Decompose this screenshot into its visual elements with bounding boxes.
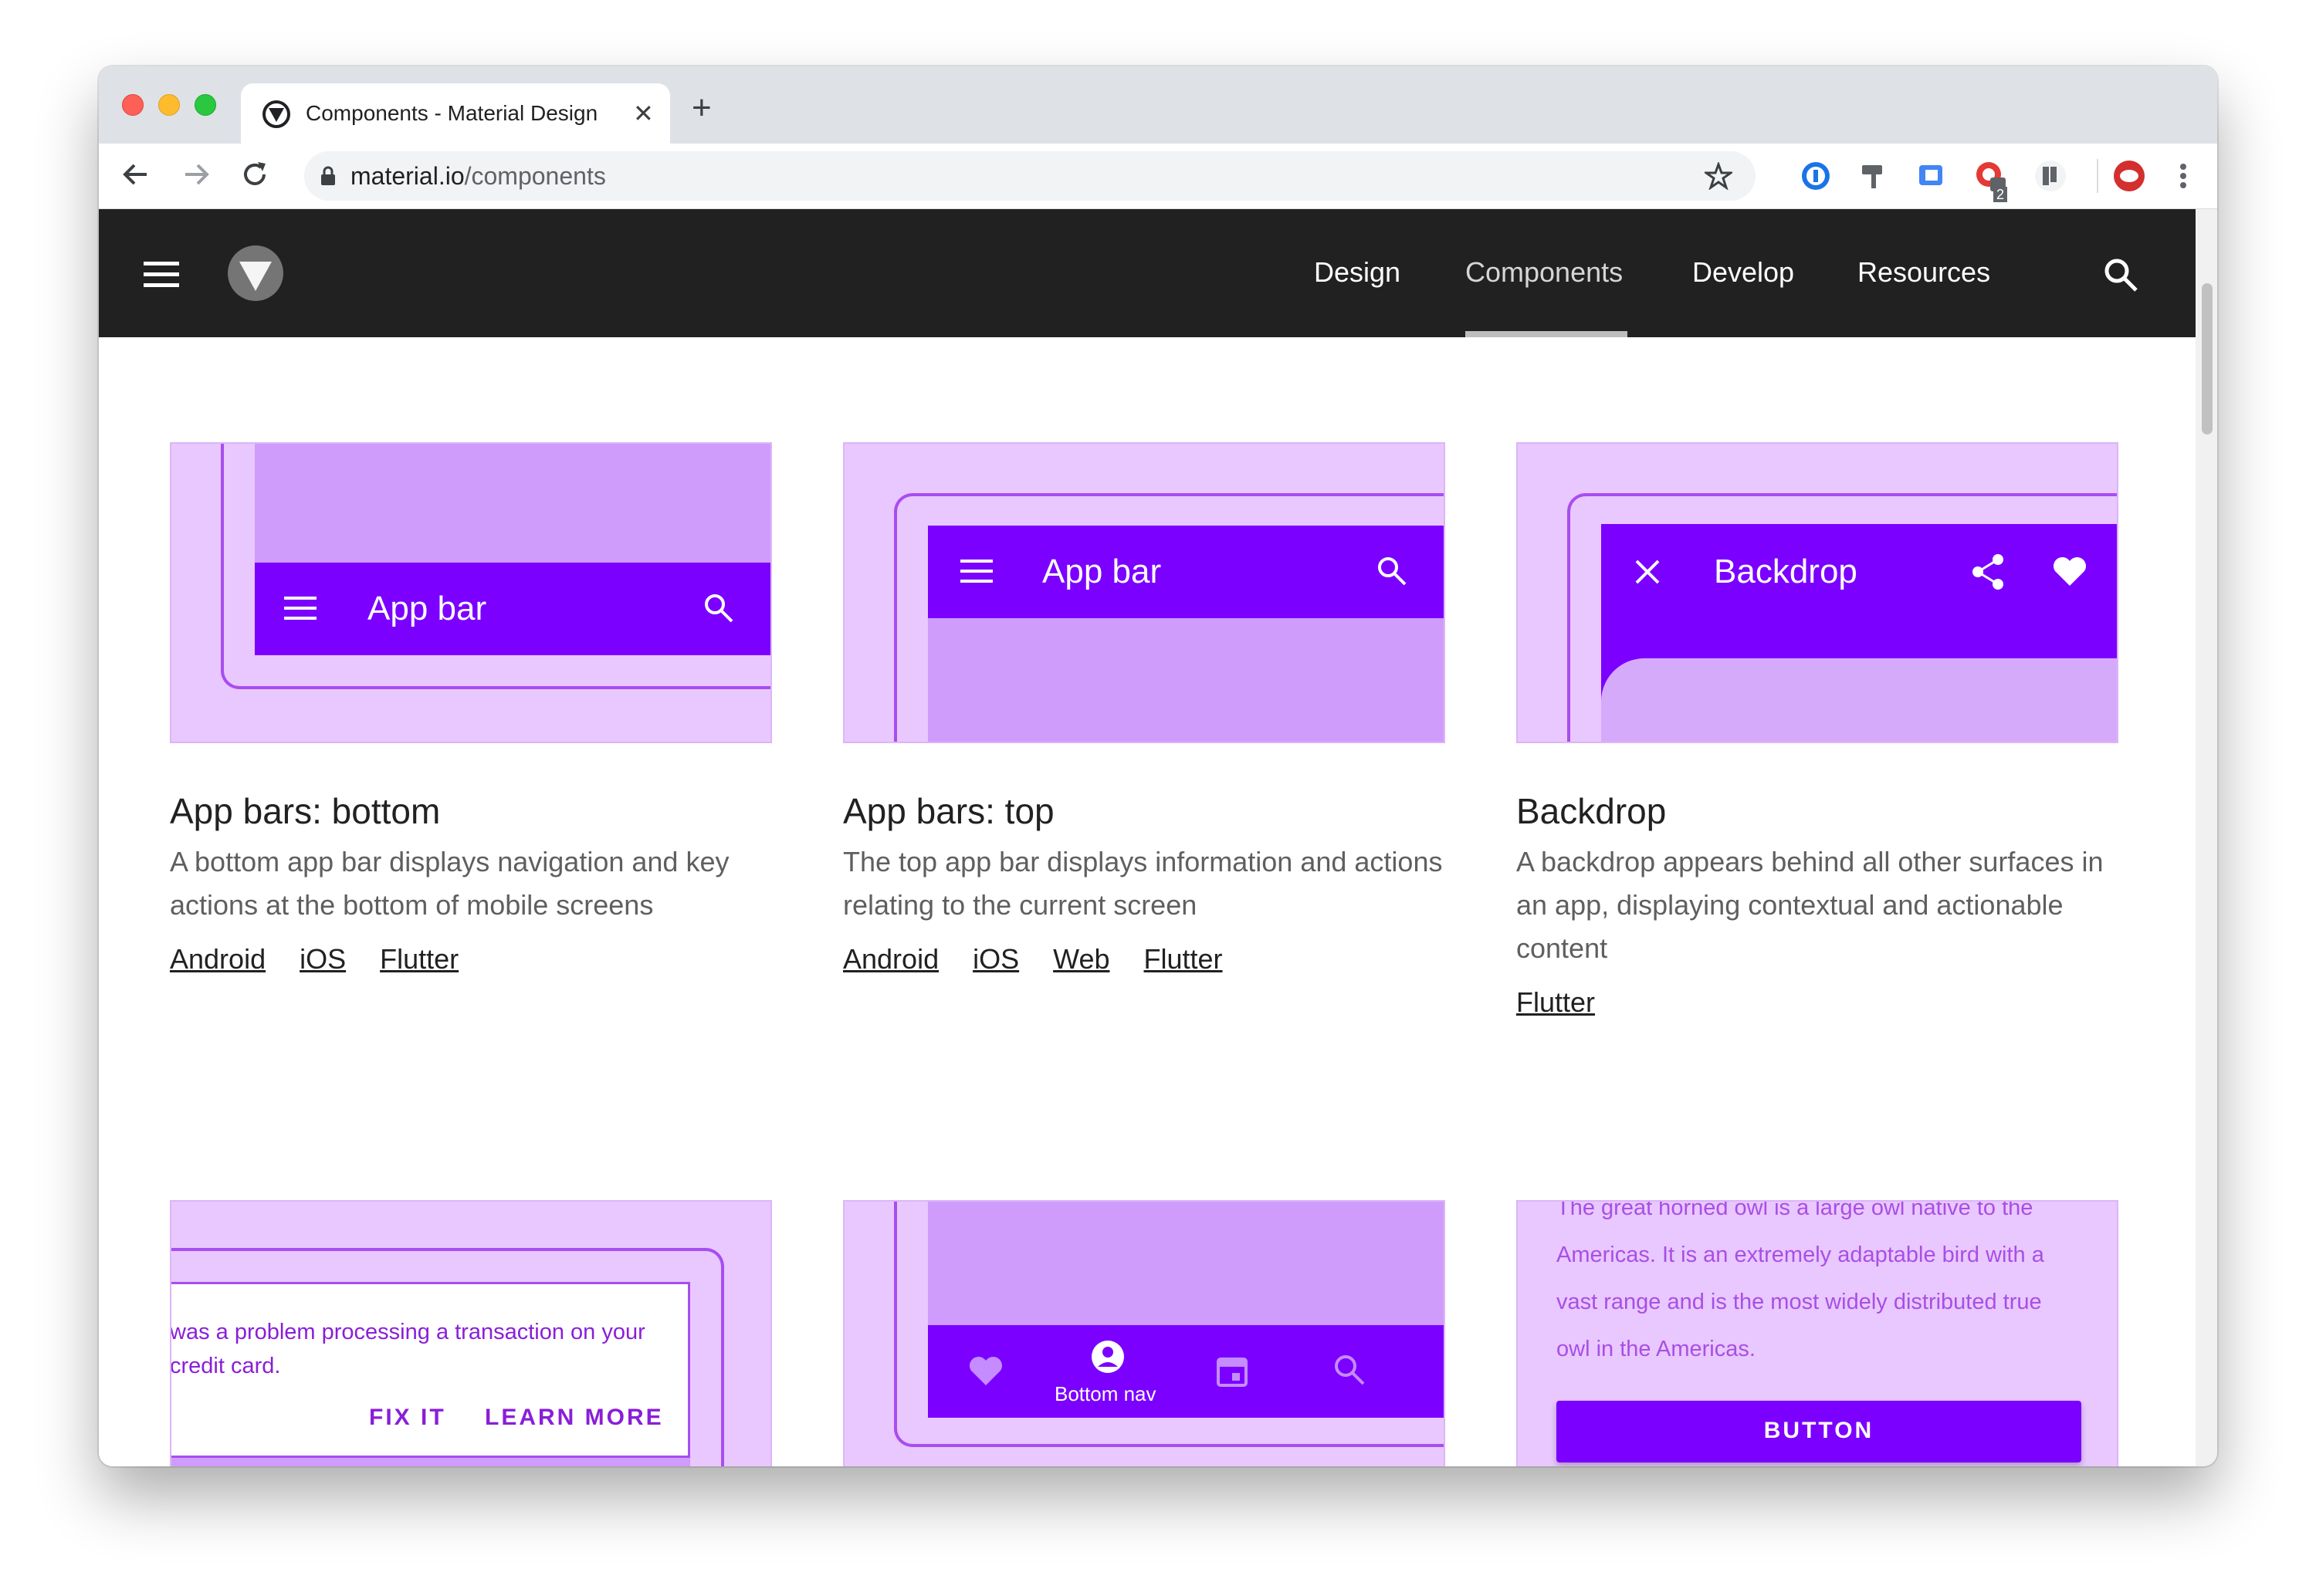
search-nav-icon <box>1335 1355 1365 1385</box>
banner-fix-it-button[interactable]: FIX IT <box>369 1405 446 1431</box>
backdrop-back-layer: Backdrop <box>1601 524 2117 742</box>
active-nav-indicator <box>1465 331 1627 337</box>
extension-translate-icon[interactable] <box>1915 159 1949 193</box>
banner-preview[interactable]: was a problem processing a transaction o… <box>170 1200 772 1466</box>
app-bars-top-preview[interactable]: App bar <box>843 442 1445 743</box>
browser-tab[interactable]: Components - Material Design ✕ <box>241 83 670 144</box>
password-manager-icon[interactable] <box>1799 159 1833 193</box>
card-description: A backdrop appears behind all other surf… <box>1516 846 2104 964</box>
bar-menu-icon <box>284 597 317 620</box>
extension-paint-icon[interactable] <box>1857 159 1891 193</box>
extension-badge: 2 <box>1993 187 2008 202</box>
bottom-app-bar: App bar <box>255 563 770 655</box>
card-description: The top app bar displays information and… <box>843 846 1443 921</box>
more-menu-icon[interactable] <box>2175 159 2191 193</box>
app-bar-label: App bar <box>367 590 487 627</box>
forward-arrow-icon[interactable] <box>179 157 213 191</box>
lock-icon <box>321 166 335 185</box>
site-header: Design Components Develop Resources <box>99 209 2196 337</box>
url-text[interactable]: material.io/components <box>350 162 606 190</box>
extension-pocket-icon[interactable] <box>2033 159 2067 193</box>
card-links: Android iOS Web Flutter <box>843 942 1257 976</box>
page-content: Design Components Develop Resources App … <box>99 209 2196 1466</box>
bottom-nav-preview[interactable]: Bottom nav <box>843 1200 1445 1466</box>
maximize-window-button[interactable] <box>195 94 216 116</box>
tab-close-icon[interactable]: ✕ <box>633 100 654 127</box>
back-arrow-icon[interactable] <box>119 157 153 191</box>
link-web[interactable]: Web <box>1053 943 1109 975</box>
bar-search-icon <box>705 594 733 623</box>
reload-icon[interactable] <box>238 157 272 191</box>
hamburger-menu-icon[interactable] <box>144 262 181 288</box>
backdrop-label: Backdrop <box>1714 553 1857 590</box>
screen-surface <box>171 1458 690 1466</box>
card-title-app-bars-top[interactable]: App bars: top <box>843 790 1055 833</box>
browser-toolbar: material.io/components 2 <box>99 144 2217 209</box>
nav-components[interactable]: Components <box>1465 255 1623 289</box>
link-android[interactable]: Android <box>170 943 266 975</box>
card-links: Android iOS Flutter <box>170 942 493 976</box>
app-bars-bottom-preview[interactable]: App bar <box>170 442 772 743</box>
card-title-app-bars-bottom[interactable]: App bars: bottom <box>170 790 440 833</box>
close-window-button[interactable] <box>122 94 144 116</box>
banner-learn-more-button[interactable]: LEARN MORE <box>485 1405 664 1431</box>
heart-icon <box>2053 556 2087 586</box>
screen-surface <box>928 1202 1444 1325</box>
card-description: A bottom app bar displays navigation and… <box>170 846 730 921</box>
top-app-bar: App bar <box>928 526 1444 618</box>
address-bar[interactable]: material.io/components <box>304 151 1756 201</box>
banner-text: was a problem processing a transaction o… <box>170 1320 645 1378</box>
bottom-nav-label: Bottom nav <box>1055 1382 1156 1405</box>
minimize-window-button[interactable] <box>158 94 180 116</box>
nav-resources[interactable]: Resources <box>1857 255 1990 289</box>
toolbar-divider <box>2097 159 2098 193</box>
link-ios[interactable]: iOS <box>300 943 346 975</box>
new-tab-button[interactable]: + <box>692 91 712 125</box>
bookmark-star-icon[interactable] <box>1705 162 1732 190</box>
search-icon[interactable] <box>2103 257 2138 292</box>
url-path: /components <box>464 162 606 190</box>
calendar-nav-icon <box>1217 1358 1248 1387</box>
card-links: Flutter <box>1516 986 1629 1019</box>
vertical-scrollbar[interactable] <box>2196 209 2217 1466</box>
scrollbar-thumb[interactable] <box>2202 283 2213 435</box>
backdrop-front-layer <box>1601 658 2117 742</box>
link-flutter[interactable]: Flutter <box>1143 943 1222 975</box>
bottom-navigation-bar: Bottom nav <box>928 1325 1444 1418</box>
tab-strip: Components - Material Design ✕ + <box>99 66 2217 144</box>
link-flutter[interactable]: Flutter <box>1516 986 1595 1018</box>
contained-button[interactable]: BUTTON <box>1556 1401 2081 1462</box>
share-icon <box>1972 554 2003 590</box>
profile-avatar-icon[interactable] <box>2112 159 2146 193</box>
bar-menu-icon <box>960 560 993 583</box>
material-logo-icon[interactable] <box>227 245 284 302</box>
material-favicon-icon <box>262 100 290 128</box>
account-nav-icon <box>1092 1341 1124 1373</box>
owl-text: The great horned owl is a large owl nati… <box>1556 1200 2044 1361</box>
screen-surface <box>255 444 770 563</box>
card-title-backdrop[interactable]: Backdrop <box>1516 790 1666 833</box>
close-icon <box>1635 560 1660 584</box>
nav-design[interactable]: Design <box>1314 255 1400 289</box>
buttons-preview[interactable]: The great horned owl is a large owl nati… <box>1516 1200 2118 1466</box>
link-flutter[interactable]: Flutter <box>380 943 459 975</box>
bar-search-icon <box>1378 557 1407 586</box>
favorite-nav-icon <box>969 1356 1003 1385</box>
tab-title: Components - Material Design <box>306 101 598 125</box>
banner-card: was a problem processing a transaction o… <box>170 1282 690 1458</box>
nav-develop[interactable]: Develop <box>1692 255 1794 289</box>
browser-window: Components - Material Design ✕ + materia… <box>99 66 2217 1466</box>
button-label: BUTTON <box>1763 1418 1874 1443</box>
link-android[interactable]: Android <box>843 943 939 975</box>
link-ios[interactable]: iOS <box>973 943 1019 975</box>
app-bar-label: App bar <box>1042 553 1162 590</box>
backdrop-preview[interactable]: Backdrop <box>1516 442 2118 743</box>
url-host: material.io <box>350 162 465 190</box>
